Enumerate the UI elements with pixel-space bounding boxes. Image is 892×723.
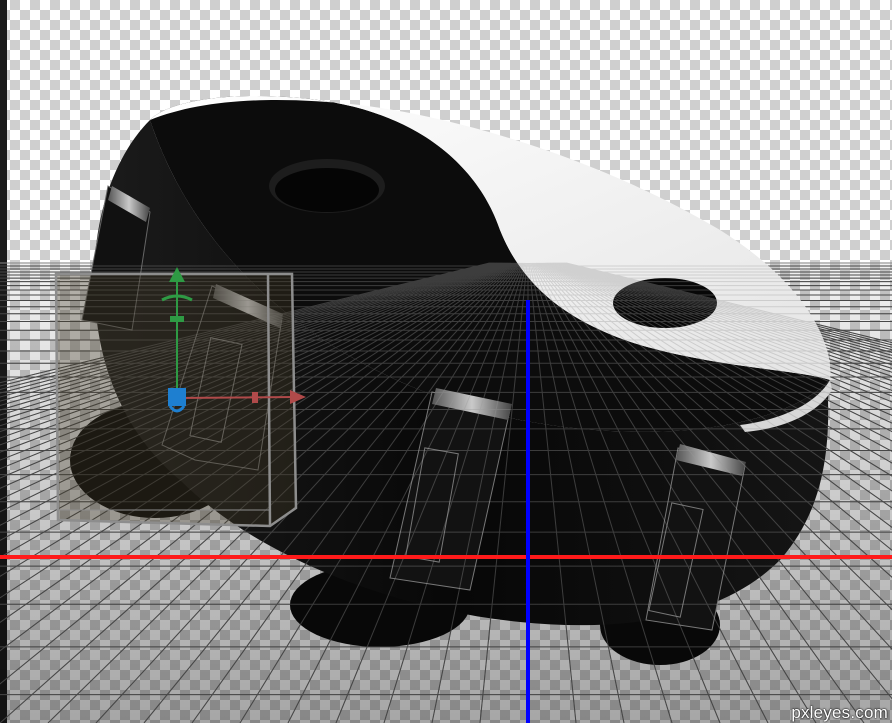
watermark: pxleyes.com — [791, 703, 888, 722]
scene-render — [0, 96, 892, 723]
z-axis-handle — [168, 388, 186, 406]
3d-viewport[interactable]: pxleyes.com — [0, 0, 892, 723]
x-axis-handle — [176, 396, 296, 399]
